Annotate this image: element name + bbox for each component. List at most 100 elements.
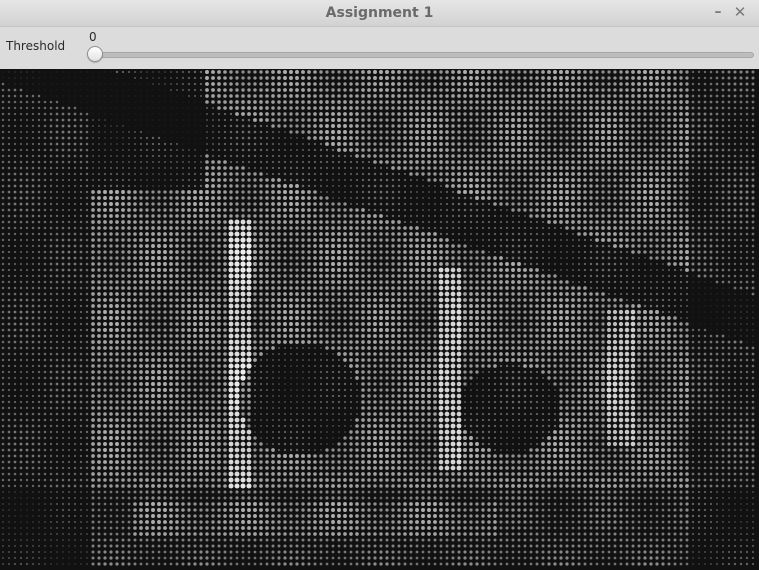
threshold-slider[interactable]	[92, 52, 754, 58]
halftone-dot	[397, 112, 401, 116]
halftone-dot	[547, 76, 551, 80]
halftone-dot	[523, 166, 527, 170]
halftone-dot	[247, 190, 251, 194]
halftone-dot	[661, 142, 665, 146]
halftone-dot	[523, 280, 527, 284]
halftone-dot	[1, 274, 5, 278]
halftone-dot	[511, 220, 515, 224]
halftone-dot	[715, 148, 719, 152]
halftone-dot	[475, 268, 479, 272]
halftone-dot	[265, 142, 269, 146]
halftone-dot	[571, 136, 575, 140]
halftone-dot	[271, 232, 275, 236]
close-icon[interactable]: ✕	[731, 3, 749, 21]
halftone-dot	[439, 232, 443, 236]
halftone-dot	[469, 226, 473, 230]
halftone-dot	[13, 184, 17, 188]
halftone-dot	[86, 71, 88, 73]
halftone-dot	[625, 82, 629, 86]
halftone-dot	[55, 304, 59, 308]
halftone-dot	[355, 232, 359, 236]
halftone-dot	[703, 88, 707, 92]
halftone-dot	[349, 166, 353, 170]
halftone-dot	[571, 220, 575, 224]
halftone-dot	[103, 256, 107, 260]
halftone-dot	[709, 82, 713, 86]
halftone-dot	[170, 83, 172, 85]
halftone-dot	[739, 148, 743, 152]
halftone-dot	[517, 124, 521, 128]
halftone-dot	[566, 263, 568, 265]
halftone-dot	[391, 244, 395, 248]
halftone-dot	[181, 304, 185, 308]
halftone-dot	[211, 178, 215, 182]
halftone-dot	[234, 219, 240, 225]
minimize-icon[interactable]: –	[709, 3, 727, 21]
halftone-dot	[43, 298, 47, 302]
halftone-dot	[565, 274, 569, 278]
halftone-dot	[283, 106, 287, 110]
halftone-dot	[703, 130, 707, 134]
halftone-dot	[223, 184, 227, 188]
halftone-dot	[277, 172, 281, 176]
halftone-dot	[553, 118, 557, 122]
halftone-dot	[421, 178, 425, 182]
halftone-dot	[661, 100, 665, 104]
halftone-dot	[475, 160, 479, 164]
halftone-dot	[438, 297, 444, 303]
halftone-dot	[229, 112, 233, 116]
halftone-dot	[61, 118, 65, 122]
halftone-dot	[361, 196, 365, 200]
halftone-dot	[188, 119, 190, 121]
halftone-dot	[217, 148, 221, 152]
halftone-dot	[19, 190, 23, 194]
halftone-dot	[355, 286, 359, 290]
halftone-dot	[164, 119, 166, 121]
halftone-dot	[271, 250, 275, 254]
halftone-dot	[98, 155, 100, 157]
halftone-dot	[547, 274, 551, 278]
halftone-dot	[115, 292, 119, 296]
halftone-dot	[331, 220, 335, 224]
halftone-dot	[535, 268, 539, 272]
halftone-dot	[697, 262, 701, 266]
halftone-dot	[481, 214, 485, 218]
halftone-dot	[547, 220, 551, 224]
halftone-dot	[139, 262, 143, 266]
halftone-dot	[673, 100, 677, 104]
halftone-dot	[361, 214, 365, 218]
halftone-dot	[637, 118, 641, 122]
halftone-dot	[601, 292, 605, 296]
halftone-dot	[679, 226, 683, 230]
halftone-dot	[187, 268, 191, 272]
halftone-dot	[433, 112, 437, 116]
halftone-dot	[607, 286, 611, 290]
halftone-dot	[499, 70, 503, 74]
halftone-dot	[7, 280, 11, 284]
threshold-slider-handle[interactable]	[87, 46, 103, 62]
halftone-dot	[751, 274, 755, 278]
halftone-dot	[637, 70, 641, 74]
halftone-dot	[1, 178, 5, 182]
halftone-dot	[481, 82, 485, 86]
halftone-dot	[367, 220, 371, 224]
halftone-dot	[145, 136, 149, 140]
halftone-dot	[391, 124, 395, 128]
halftone-dot	[97, 244, 101, 248]
halftone-dot	[181, 88, 185, 92]
halftone-dot	[517, 196, 521, 200]
halftone-dot	[271, 226, 275, 230]
halftone-dot	[385, 76, 389, 80]
halftone-dot	[158, 101, 160, 103]
halftone-dot	[98, 131, 100, 133]
halftone-dot	[367, 94, 371, 98]
halftone-dot	[607, 274, 611, 278]
halftone-dot	[403, 286, 407, 290]
halftone-dot	[463, 232, 467, 236]
halftone-dot	[79, 118, 83, 122]
halftone-dot	[157, 304, 161, 308]
halftone-dot	[229, 142, 233, 146]
title-bar[interactable]: Assignment 1 – ✕	[0, 0, 759, 27]
halftone-dot	[49, 202, 53, 206]
halftone-dot	[169, 220, 173, 224]
